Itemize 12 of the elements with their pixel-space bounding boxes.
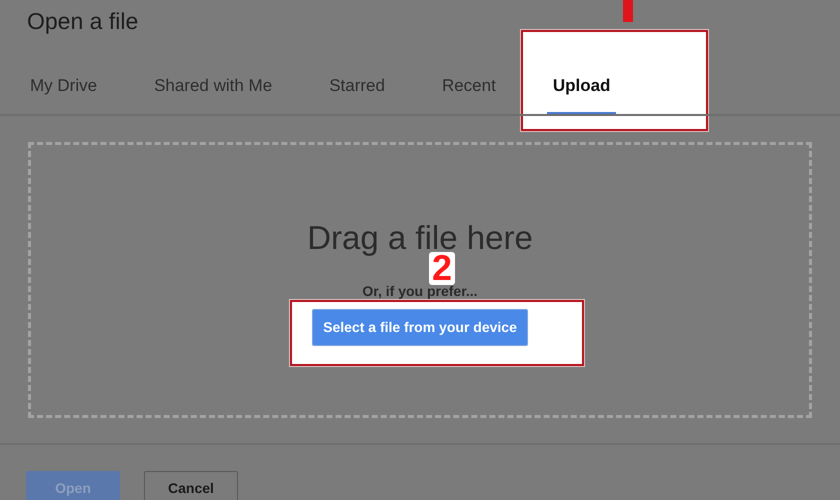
cancel-button[interactable]: Cancel — [144, 471, 238, 500]
drop-heading: Drag a file here — [306, 221, 534, 254]
tab[interactable]: Upload — [546, 50, 616, 114]
select-file-button[interactable]: Select a file from your device — [312, 309, 528, 346]
dialog-title: Open a file — [27, 7, 138, 36]
tab[interactable]: Recent — [442, 50, 496, 114]
drop-hint: Or, if you prefer... — [361, 283, 479, 299]
tab[interactable]: Shared with Me — [154, 50, 272, 114]
tab[interactable]: Starred — [329, 50, 385, 114]
step-number: 2 — [429, 252, 456, 285]
tab[interactable]: My Drive — [30, 50, 98, 114]
annotation-marker — [623, 0, 633, 22]
